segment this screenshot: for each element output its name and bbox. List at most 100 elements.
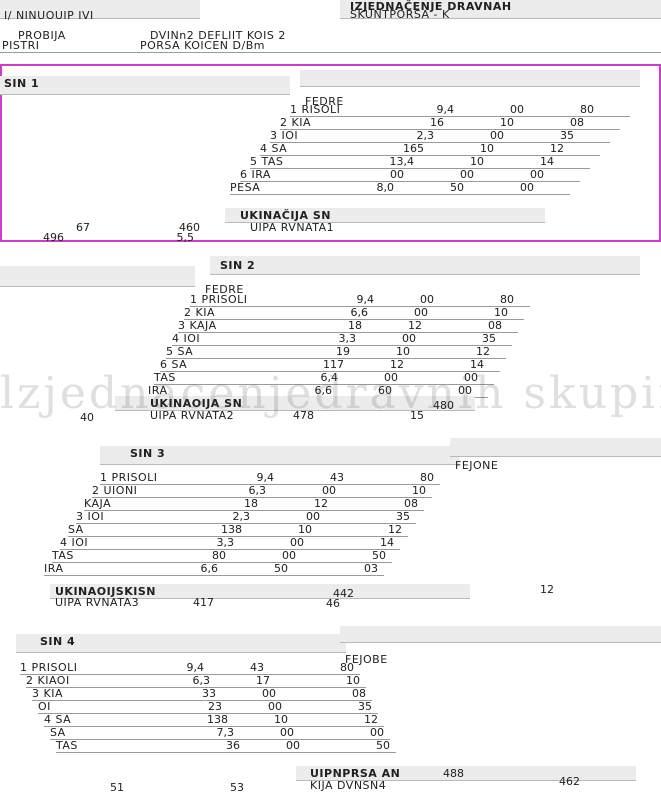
row-value-c: 10 (346, 674, 360, 687)
row-rule (44, 575, 384, 576)
block-1-title-strip (300, 70, 640, 87)
row-label: OI (38, 700, 51, 713)
row-value-c: 00 (530, 168, 544, 181)
left-tag: PISTRI (2, 39, 40, 52)
row-rule (56, 752, 396, 753)
row-value-a: 6,6 (200, 562, 219, 575)
row-value-a: 18 (244, 497, 258, 510)
row-value-a: 18 (348, 319, 362, 332)
row-value-c: 10 (494, 306, 508, 319)
row-value-a: 7,3 (216, 726, 235, 739)
row-value-c: 10 (412, 484, 426, 497)
block-3-sub: FEJONE (455, 459, 499, 472)
row-rule (76, 523, 416, 524)
row-value-b: 00 (460, 168, 474, 181)
row-value-a: 19 (336, 345, 350, 358)
block-1-total-b: 67 (76, 221, 90, 234)
row-rule (68, 536, 408, 537)
row-label: 5 SA (166, 345, 194, 358)
row-value-a: 138 (221, 523, 242, 536)
row-value-b: 00 (490, 129, 504, 142)
row-value-c: 14 (380, 536, 394, 549)
row-value-b: 00 (290, 536, 304, 549)
row-label: TAS (52, 549, 74, 562)
block-1-total-d: 5,5 (176, 231, 195, 244)
row-value-b: 00 (262, 687, 276, 700)
row-value-a: 9,4 (256, 471, 275, 484)
block-1-title: SIN 1 (4, 77, 40, 90)
block-4-total-c: 51 (110, 781, 124, 794)
row-value-c: 80 (500, 293, 514, 306)
row-label: KAJA (84, 497, 112, 510)
block-2-left-strip (0, 266, 195, 287)
doc-subtitle: SKUNTPORSA - K (350, 8, 450, 21)
block-4-sum-label: KIJA DVNSN4 (310, 779, 387, 792)
block-4-total-d: 53 (230, 781, 244, 794)
block-4-total-b: 462 (559, 775, 580, 788)
row-value-b: 00 (282, 549, 296, 562)
row-value-c: 35 (358, 700, 372, 713)
row-value-b: 00 (268, 700, 282, 713)
block-3-total-a: 417 (193, 596, 214, 609)
row-value-a: 2,3 (232, 510, 251, 523)
row-label: TAS (56, 739, 78, 752)
row-label: 1 RISOLI (290, 103, 341, 116)
row-rule (52, 562, 392, 563)
row-value-a: 3,3 (338, 332, 357, 345)
row-label: IRA (44, 562, 64, 575)
row-value-c: 50 (376, 739, 390, 752)
row-label: 4 IOI (172, 332, 201, 345)
row-label: 2 UIONI (92, 484, 138, 497)
block-4-total-a: 488 (443, 767, 464, 780)
row-value-a: 80 (212, 549, 226, 562)
row-value-c: 80 (420, 471, 434, 484)
row-value-c: 00 (520, 181, 534, 194)
row-label: 2 KIA (184, 306, 215, 319)
block-1-sum-label: UIPA RVNATA1 (250, 221, 335, 234)
row-label: 3 IOI (76, 510, 105, 523)
row-rule (60, 549, 400, 550)
row-value-c: 80 (340, 661, 354, 674)
row-label: 4 SA (260, 142, 288, 155)
row-value-a: 8,0 (376, 181, 395, 194)
header-rule (0, 52, 661, 53)
row-value-b: 00 (414, 306, 428, 319)
row-value-b: 10 (480, 142, 494, 155)
row-value-b: 12 (408, 319, 422, 332)
block-2-title-strip (210, 256, 640, 275)
row-value-b: 10 (274, 713, 288, 726)
row-label: 2 KIA (280, 116, 311, 129)
block-2-title: SIN 2 (220, 259, 256, 272)
col-label-right: PORSA KOICEN D/Bm (140, 39, 265, 52)
row-label: 1 PRISOLI (190, 293, 248, 306)
row-value-a: 16 (430, 116, 444, 129)
row-label: 4 SA (44, 713, 72, 726)
row-label: 5 TAS (250, 155, 284, 168)
block-3-title: SIN 3 (130, 447, 166, 460)
row-label: 3 KAJA (178, 319, 217, 332)
row-value-b: 00 (280, 726, 294, 739)
row-value-c: 35 (396, 510, 410, 523)
row-value-c: 00 (370, 726, 384, 739)
row-rule (230, 194, 570, 195)
row-value-c: 35 (560, 129, 574, 142)
block-3-total-d: 12 (540, 583, 554, 596)
row-value-c: 03 (364, 562, 378, 575)
row-value-b: 00 (306, 510, 320, 523)
row-value-b: 00 (322, 484, 336, 497)
row-label: 6 IRA (240, 168, 271, 181)
row-label: PESA (230, 181, 261, 194)
row-value-a: 2,3 (416, 129, 435, 142)
row-value-b: 00 (402, 332, 416, 345)
row-value-c: 35 (482, 332, 496, 345)
row-value-a: 9,4 (186, 661, 205, 674)
row-value-a: 9,4 (356, 293, 375, 306)
row-value-b: 50 (274, 562, 288, 575)
row-label: 1 PRISOLI (100, 471, 158, 484)
row-label: 3 KIA (32, 687, 63, 700)
row-value-b: 10 (500, 116, 514, 129)
row-value-b: 43 (250, 661, 264, 674)
sub-left-label: I/ NINUOUIP IVI (4, 9, 94, 22)
row-value-b: 00 (510, 103, 524, 116)
row-value-c: 12 (364, 713, 378, 726)
